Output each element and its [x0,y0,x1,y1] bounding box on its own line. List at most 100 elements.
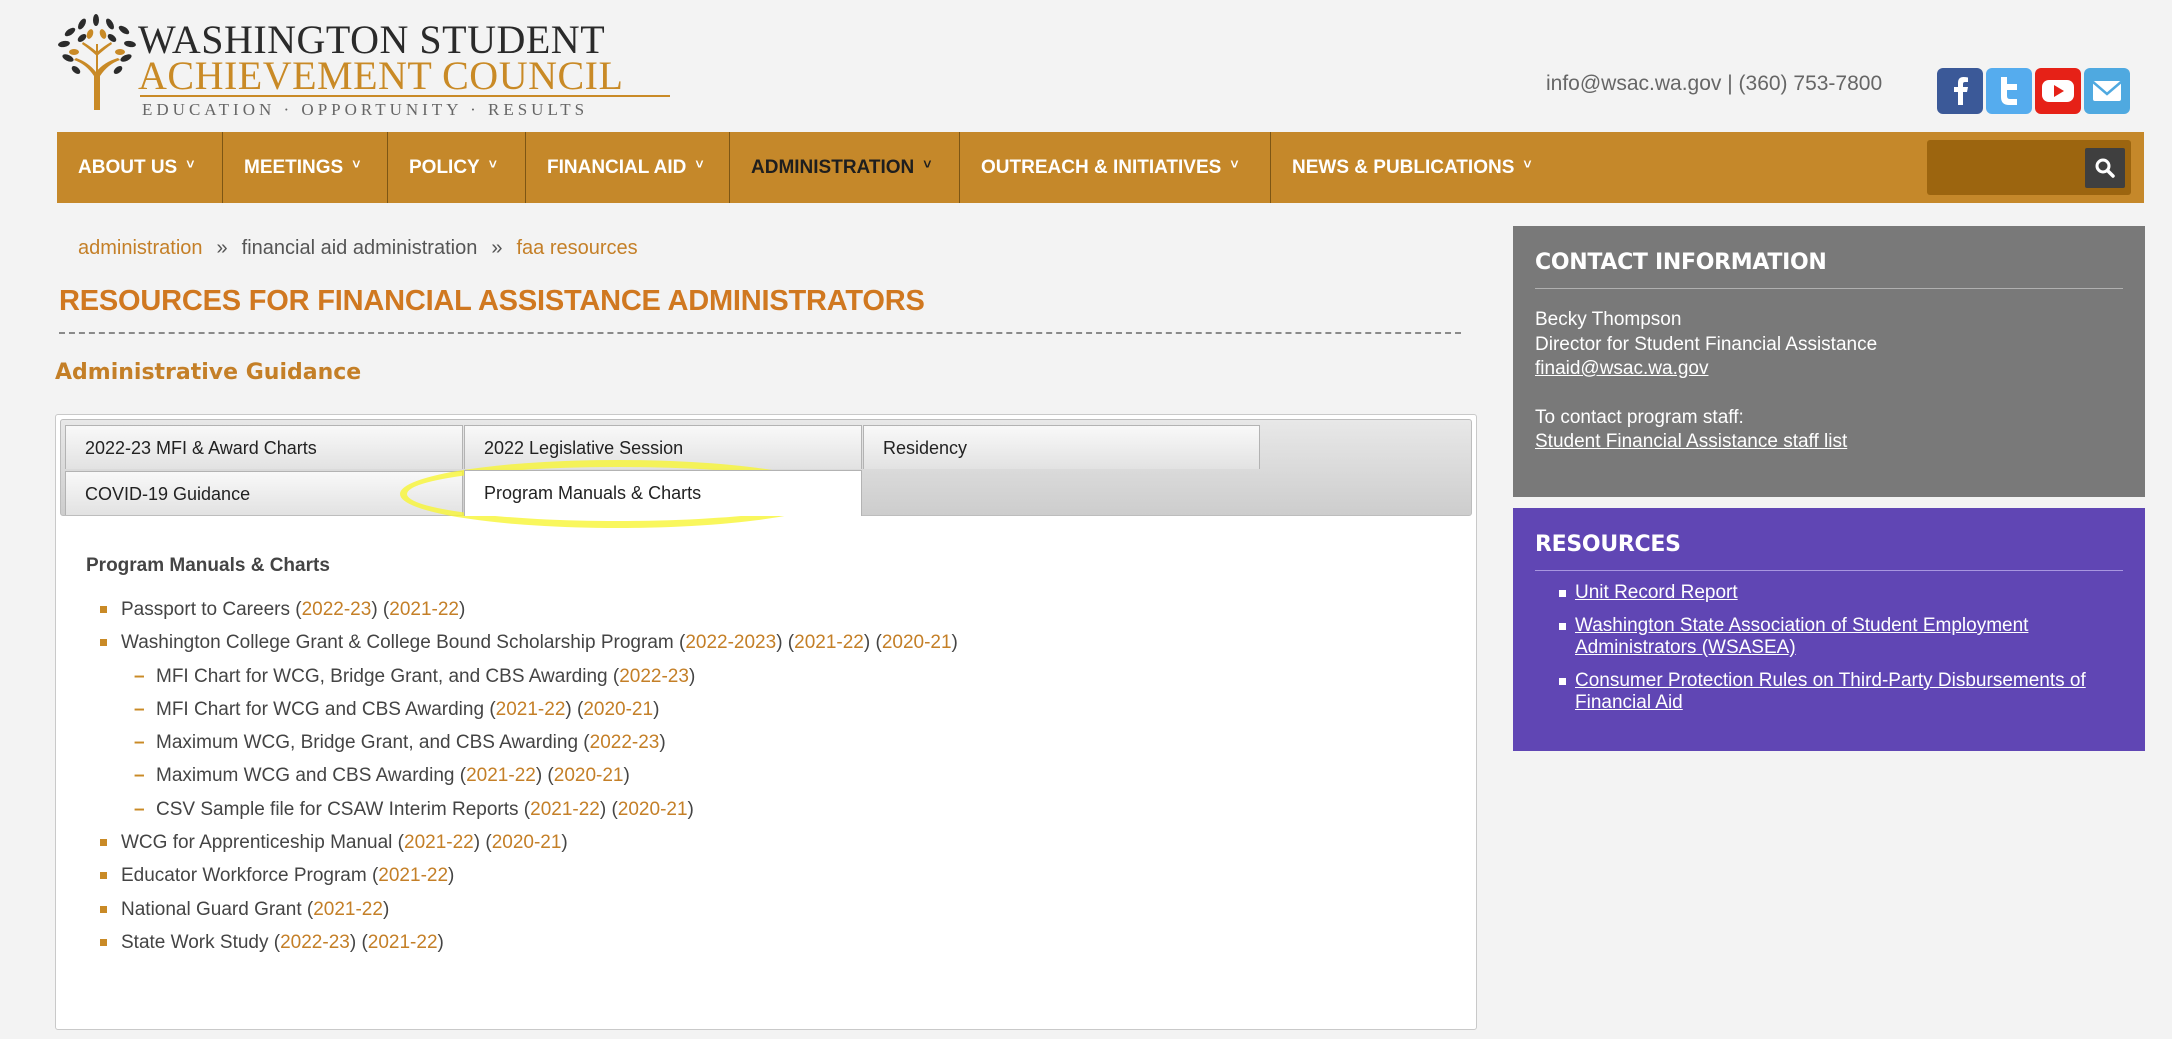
item-text: CSV Sample file for CSAW Interim Reports [156,798,519,820]
year-link[interactable]: 2021-22 [313,899,383,920]
chevron-down-icon: ˅ [186,156,195,172]
item-text: MFI Chart for WCG and CBS Awarding [156,698,485,720]
item-text: MFI Chart for WCG, Bridge Grant, and CBS… [156,665,608,687]
year-link[interactable]: 2021-22 [404,832,474,853]
nav-administration[interactable]: ADMINISTRATION ˅ [730,132,960,203]
logo-divider [140,95,670,97]
email-icon[interactable] [2084,68,2130,114]
nav-meetings[interactable]: MEETINGS ˅ [223,132,388,203]
site-logo[interactable]: WASHINGTON STUDENT ACHIEVEMENT COUNCIL E… [56,14,670,119]
nav-outreach-initiatives[interactable]: OUTREACH & INITIATIVES ˅ [960,132,1271,203]
tab-bar: 2022-23 MFI & Award Charts 2022 Legislat… [60,419,1472,516]
contact-info-box: CONTACT INFORMATION Becky Thompson Direc… [1513,226,2145,497]
year-link[interactable]: 2021-22 [466,765,536,786]
sub-list-item: CSV Sample file for CSAW Interim Reports… [121,793,958,827]
sub-list-item: MFI Chart for WCG, Bridge Grant, and CBS… [121,660,958,694]
tab-mfi-award-charts[interactable]: 2022-23 MFI & Award Charts [65,425,463,469]
tabs-panel: 2022-23 MFI & Award Charts 2022 Legislat… [55,414,1477,1030]
nav-label: POLICY [409,157,480,178]
year-link[interactable]: 2021-22 [378,865,448,886]
section-title: Administrative Guidance [55,360,362,385]
item-text: Educator Workforce Program [121,865,367,887]
breadcrumb-separator: » [491,237,503,259]
item-text: Passport to Careers [121,599,290,620]
contact-email-link[interactable]: finaid@wsac.wa.gov [1535,358,1708,379]
resource-link[interactable]: Unit Record Report [1575,582,1738,603]
year-link[interactable]: 2021-22 [794,632,864,653]
breadcrumb-financial-aid-administration: financial aid administration [241,237,478,259]
nav-policy[interactable]: POLICY ˅ [388,132,526,203]
resources-list: Unit Record Report Washington State Asso… [1535,582,2120,725]
chevron-down-icon: ˅ [1230,156,1239,172]
page: WASHINGTON STUDENT ACHIEVEMENT COUNCIL E… [0,0,2172,1039]
year-link[interactable]: 2021-22 [368,932,438,953]
list-item: WCG for Apprenticeship Manual (2021-22) … [86,826,958,859]
tree-logo-icon [58,14,136,110]
resource-item: Unit Record Report [1535,582,2120,604]
tab-covid-19-guidance[interactable]: COVID-19 Guidance [65,471,463,515]
resource-link[interactable]: Washington State Association of Student … [1575,615,2028,658]
facebook-icon[interactable] [1937,68,1983,114]
logo-title-line2: ACHIEVEMENT COUNCIL [138,53,624,98]
tab-legislative-session[interactable]: 2022 Legislative Session [464,425,862,469]
item-text: WCG for Apprenticeship Manual [121,832,393,854]
resources-title: RESOURCES [1535,532,1681,557]
nav-label: ABOUT US [78,157,178,178]
nav-about-us[interactable]: ABOUT US ˅ [57,132,223,203]
breadcrumb-separator: » [216,237,228,259]
year-link[interactable]: 2021-22 [496,699,566,720]
year-link[interactable]: 2020-21 [583,699,653,720]
youtube-icon[interactable] [2035,68,2081,114]
search-button[interactable] [2085,148,2125,188]
year-link[interactable]: 2021-22 [530,799,600,820]
tab-residency[interactable]: Residency [863,425,1260,469]
staff-list-link[interactable]: Student Financial Assistance staff list [1535,431,1847,452]
nav-label: OUTREACH & INITIATIVES [981,157,1222,178]
nav-financial-aid[interactable]: FINANCIAL AID ˅ [526,132,730,203]
resource-item: Washington State Association of Student … [1535,615,2120,659]
list-item: National Guard Grant (2021-22) [86,893,958,926]
breadcrumb-faa-resources[interactable]: faa resources [516,237,637,259]
twitter-icon[interactable] [1986,68,2032,114]
item-text: State Work Study [121,931,269,953]
list-item: State Work Study (2022-23) (2021-22) [86,926,958,959]
nav-news-publications[interactable]: NEWS & PUBLICATIONS ˅ [1271,132,1571,203]
nav-label: FINANCIAL AID [547,157,687,178]
logo-tagline: EDUCATION · OPPORTUNITY · RESULTS [142,100,589,119]
year-link[interactable]: 2022-2023 [685,632,776,653]
chevron-down-icon: ˅ [488,156,497,172]
nav-label: MEETINGS [244,157,344,178]
search-input[interactable] [1927,140,2131,195]
breadcrumb-administration[interactable]: administration [78,237,203,259]
title-divider [59,332,1461,334]
header-email-link[interactable]: info@wsac.wa.gov [1546,72,1721,95]
year-link[interactable]: 2020-21 [618,799,688,820]
nav-label: NEWS & PUBLICATIONS [1292,157,1515,178]
item-text: Maximum WCG, Bridge Grant, and CBS Award… [156,732,579,754]
sub-list: MFI Chart for WCG, Bridge Grant, and CBS… [121,660,958,827]
chevron-down-icon: ˅ [923,156,932,172]
year-link[interactable]: 2020-21 [554,765,624,786]
year-link[interactable]: 2020-21 [492,832,562,853]
tab-program-manuals-charts[interactable]: Program Manuals & Charts [464,470,862,516]
content-title: Program Manuals & Charts [86,555,330,576]
year-link[interactable]: 2022-23 [302,599,372,620]
breadcrumb: administration » financial aid administrat… [78,237,638,260]
year-link[interactable]: 2022-23 [590,732,660,753]
year-link[interactable]: 2021-22 [389,599,459,620]
contact-role: Director for Student Financial Assistanc… [1535,333,1878,355]
year-link[interactable]: 2022-23 [619,666,689,687]
page-title: RESOURCES FOR FINANCIAL ASSISTANCE ADMIN… [59,285,925,317]
list-item: Passport to Careers (2022-23) (2021-22) [86,593,958,626]
box-divider [1535,288,2123,289]
item-text: Washington College Grant & College Bound… [121,632,674,654]
chevron-down-icon: ˅ [352,156,361,172]
item-text: Maximum WCG and CBS Awarding [156,765,455,787]
resource-item: Consumer Protection Rules on Third-Party… [1535,670,2120,714]
sub-list-item: Maximum WCG, Bridge Grant, and CBS Award… [121,726,958,760]
list-item: Washington College Grant & College Bound… [86,626,958,826]
resource-link[interactable]: Consumer Protection Rules on Third-Party… [1575,670,2086,713]
search-icon [2095,158,2115,178]
year-link[interactable]: 2020-21 [882,632,952,653]
year-link[interactable]: 2022-23 [280,932,350,953]
